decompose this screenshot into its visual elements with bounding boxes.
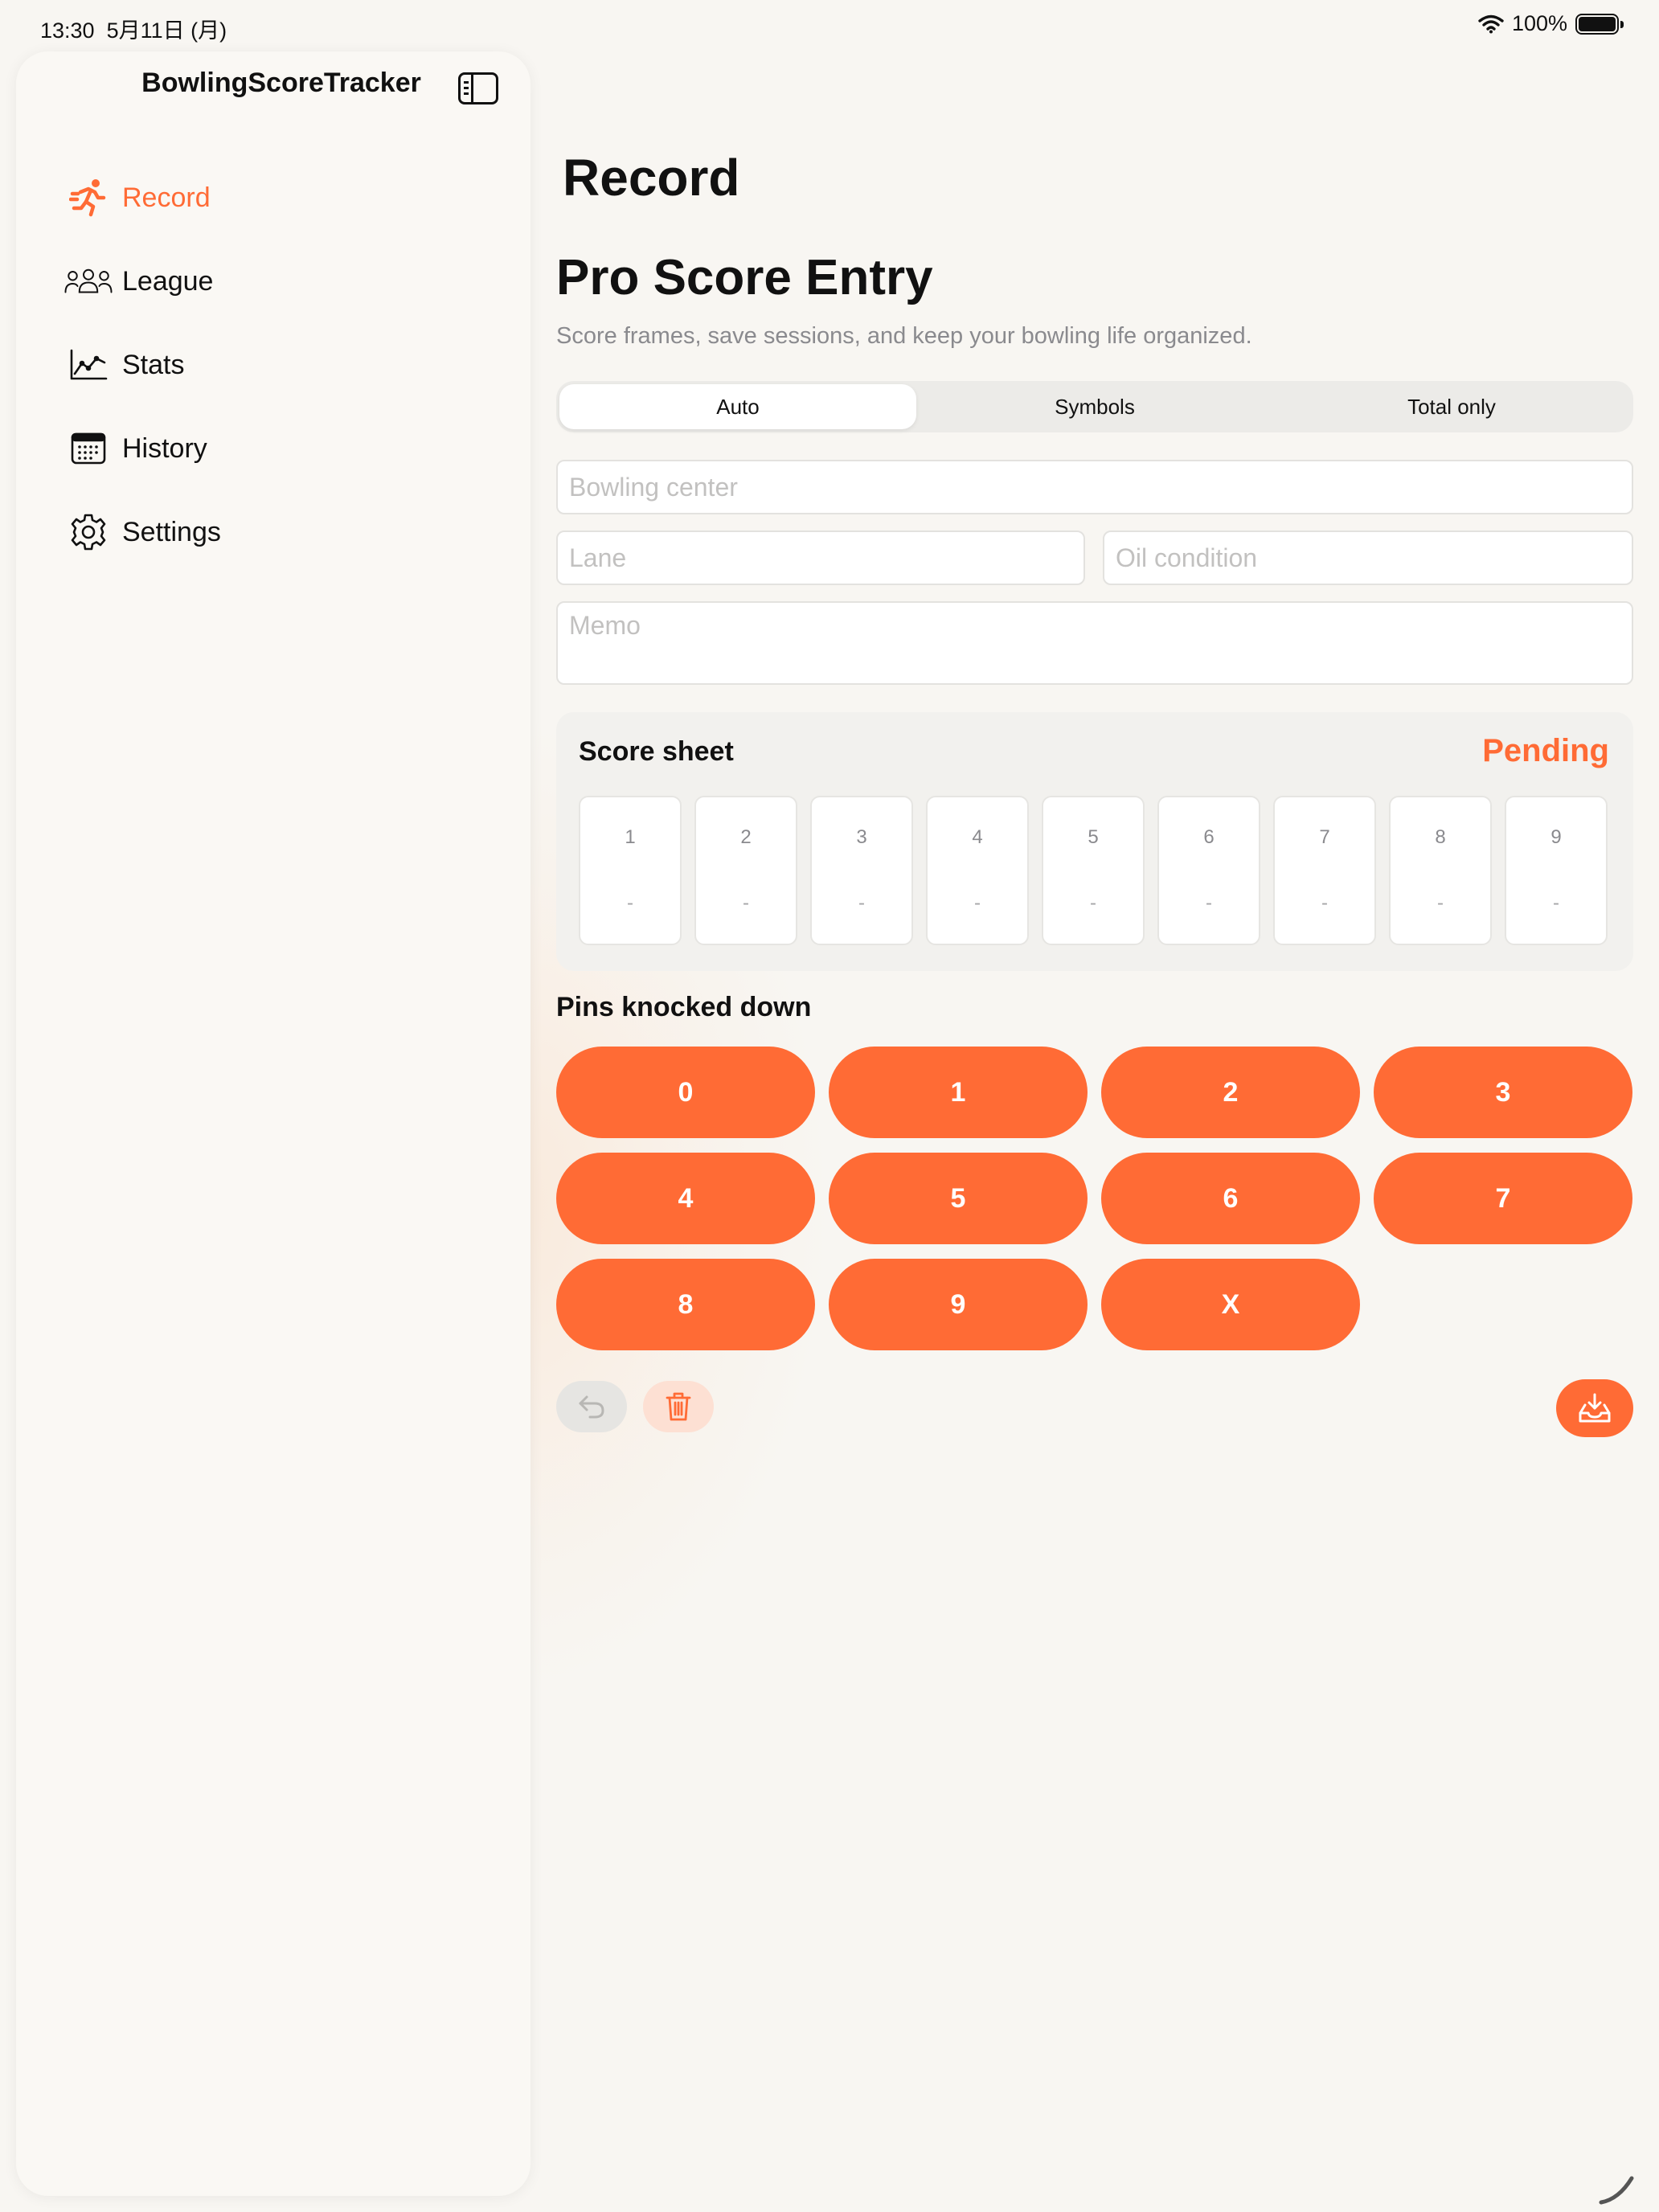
battery-percent: 100% — [1511, 11, 1567, 35]
pins-section-title: Pins knocked down — [556, 992, 812, 1022]
handwriting-indicator-icon — [1599, 2176, 1634, 2205]
frame-cell[interactable]: 2- — [694, 796, 797, 945]
frame-number: 6 — [1203, 826, 1215, 848]
sidebar-nav: Record League Stats History Settings — [64, 156, 221, 574]
frame-cell[interactable]: 9- — [1505, 796, 1608, 945]
battery-icon — [1575, 13, 1624, 35]
frame-score: - — [743, 892, 749, 914]
sidebar-item-stats[interactable]: Stats — [64, 323, 221, 407]
score-sheet-card: Score sheet Pending 1- 2- 3- 4- 5- 6- 7-… — [556, 712, 1633, 971]
pin-button-2[interactable]: 2 — [1101, 1047, 1360, 1138]
score-status-badge: Pending — [1482, 733, 1609, 768]
segment-auto[interactable]: Auto — [559, 384, 916, 429]
frame-number: 5 — [1088, 826, 1099, 848]
undo-button[interactable] — [556, 1381, 627, 1432]
frame-cell[interactable]: 3- — [810, 796, 913, 945]
score-sheet-title: Score sheet — [579, 736, 734, 767]
frames-row: 1- 2- 3- 4- 5- 6- 7- 8- 9- — [579, 796, 1608, 945]
frame-score: - — [1321, 892, 1328, 914]
pin-button-7[interactable]: 7 — [1374, 1153, 1632, 1244]
status-time-date: 13:30 5月11日 (月) — [40, 13, 227, 44]
lane-input[interactable] — [556, 530, 1085, 585]
section-subtitle: Score frames, save sessions, and keep yo… — [556, 323, 1252, 349]
frame-cell[interactable]: 5- — [1042, 796, 1145, 945]
frame-score: - — [1206, 892, 1212, 914]
status-date: 5月11日 (月) — [106, 18, 227, 43]
frame-number: 8 — [1435, 826, 1446, 848]
pin-button-5[interactable]: 5 — [829, 1153, 1088, 1244]
status-indicators: 100% — [1478, 11, 1624, 36]
frame-number: 2 — [740, 826, 752, 848]
mode-segmented-control: Auto Symbols Total only — [556, 381, 1633, 432]
frame-cell[interactable]: 6- — [1157, 796, 1260, 945]
tray-download-icon — [1579, 1393, 1611, 1423]
frame-score: - — [858, 892, 865, 914]
runner-icon — [64, 178, 113, 218]
pin-button-strike[interactable]: X — [1101, 1259, 1360, 1350]
page-title: Record — [563, 149, 740, 207]
frame-score: - — [627, 892, 633, 914]
frame-number: 7 — [1319, 826, 1330, 848]
sidebar-item-league[interactable]: League — [64, 240, 221, 323]
frame-cell[interactable]: 1- — [579, 796, 682, 945]
chart-icon — [64, 345, 113, 385]
status-time: 13:30 — [40, 18, 95, 43]
save-session-button[interactable] — [1556, 1379, 1633, 1437]
status-bar: 13:30 5月11日 (月) 100% — [0, 0, 1659, 51]
frame-number: 9 — [1550, 826, 1562, 848]
frame-number: 3 — [856, 826, 867, 848]
pin-button-1[interactable]: 1 — [829, 1047, 1088, 1138]
section-heading: Pro Score Entry — [556, 250, 933, 305]
frame-cell[interactable]: 7- — [1273, 796, 1376, 945]
segment-symbols[interactable]: Symbols — [916, 384, 1273, 429]
gear-icon — [64, 512, 113, 552]
calendar-icon — [64, 428, 113, 469]
sidebar: BowlingScoreTracker Record League Stats … — [16, 51, 530, 2196]
pins-keypad: 0 1 2 3 4 5 6 7 8 9 X — [556, 1047, 1633, 1350]
pin-button-0[interactable]: 0 — [556, 1047, 815, 1138]
people-icon — [64, 261, 113, 301]
sidebar-item-label: History — [122, 432, 207, 464]
pin-button-3[interactable]: 3 — [1374, 1047, 1632, 1138]
frame-number: 1 — [625, 826, 636, 848]
oil-condition-input[interactable] — [1103, 530, 1633, 585]
frame-score: - — [1553, 892, 1559, 914]
frame-score: - — [1090, 892, 1096, 914]
sidebar-item-record[interactable]: Record — [64, 156, 221, 240]
frame-cell[interactable]: 8- — [1389, 796, 1492, 945]
sidebar-item-history[interactable]: History — [64, 407, 221, 490]
sidebar-item-label: Stats — [122, 349, 185, 380]
action-bar — [556, 1379, 1633, 1437]
frame-score: - — [974, 892, 981, 914]
wifi-icon — [1478, 14, 1504, 33]
frame-number: 4 — [972, 826, 983, 848]
trash-icon — [666, 1392, 691, 1421]
memo-input[interactable] — [556, 601, 1633, 685]
pin-button-8[interactable]: 8 — [556, 1259, 815, 1350]
frame-score: - — [1437, 892, 1444, 914]
undo-icon — [579, 1395, 604, 1419]
pin-button-6[interactable]: 6 — [1101, 1153, 1360, 1244]
frame-cell[interactable]: 4- — [926, 796, 1029, 945]
delete-button[interactable] — [643, 1381, 714, 1432]
sidebar-item-label: Record — [122, 182, 211, 213]
sidebar-item-label: Settings — [122, 516, 221, 547]
pin-button-4[interactable]: 4 — [556, 1153, 815, 1244]
sidebar-item-settings[interactable]: Settings — [64, 490, 221, 574]
sidebar-item-label: League — [122, 265, 214, 297]
sidebar-toggle-icon[interactable] — [458, 72, 498, 104]
bowling-center-input[interactable] — [556, 460, 1633, 514]
pin-button-9[interactable]: 9 — [829, 1259, 1088, 1350]
segment-total-only[interactable]: Total only — [1273, 384, 1630, 429]
